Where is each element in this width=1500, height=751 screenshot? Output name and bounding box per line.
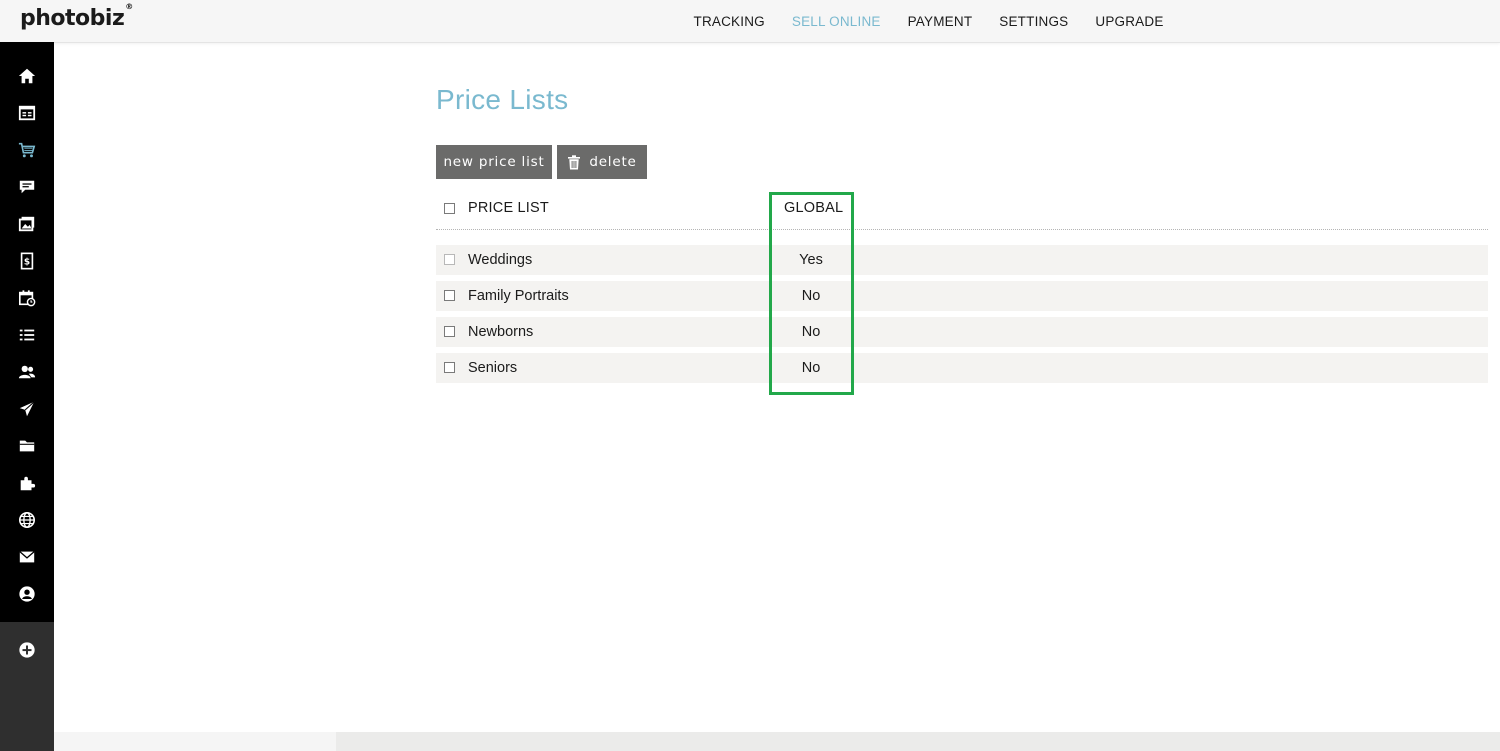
nav-settings[interactable]: SETTINGS (986, 14, 1082, 29)
gallery-icon[interactable] (0, 209, 54, 239)
cart-icon[interactable] (0, 135, 54, 165)
home-icon[interactable] (0, 61, 54, 91)
table-row[interactable]: Newborns No (436, 317, 1488, 347)
top-nav: TRACKING SELL ONLINE PAYMENT SETTINGS UP… (680, 0, 1177, 42)
calendar-icon[interactable] (0, 283, 54, 313)
list-icon[interactable] (0, 320, 54, 350)
photobiz-logo[interactable]: photobiz® (20, 2, 133, 31)
folder-icon[interactable] (0, 431, 54, 461)
invoice-icon[interactable]: $ (0, 246, 54, 276)
globe-icon[interactable] (0, 505, 54, 535)
new-price-list-button[interactable]: new price list (436, 145, 552, 179)
send-icon[interactable] (0, 394, 54, 424)
footer-strip-right (336, 732, 1500, 751)
sidebar: $ (0, 42, 54, 622)
mail-icon[interactable] (0, 542, 54, 572)
delete-button[interactable]: delete (557, 145, 647, 179)
footer-strip-left (54, 732, 336, 751)
trash-icon (568, 154, 581, 169)
website-pages-icon[interactable] (0, 98, 54, 128)
nav-tracking[interactable]: TRACKING (680, 14, 778, 29)
row-checkbox[interactable] (444, 290, 455, 301)
delete-label: delete (589, 154, 637, 170)
top-bar: photobiz® TRACKING SELL ONLINE PAYMENT S… (0, 0, 1500, 43)
global-column-highlight (769, 192, 854, 395)
nav-payment[interactable]: PAYMENT (894, 14, 986, 29)
price-list-name[interactable]: Weddings (468, 245, 532, 275)
account-icon[interactable] (0, 579, 54, 609)
header-divider (436, 229, 1488, 230)
plus-circle-icon[interactable] (0, 635, 54, 665)
page-title: Price Lists (436, 84, 569, 115)
nav-upgrade[interactable]: UPGRADE (1082, 14, 1177, 29)
table-row[interactable]: Seniors No (436, 353, 1488, 383)
row-checkbox[interactable] (444, 362, 455, 373)
contacts-icon[interactable] (0, 357, 54, 387)
svg-text:$: $ (24, 258, 30, 268)
plugin-icon[interactable] (0, 468, 54, 498)
row-checkbox[interactable] (444, 254, 455, 265)
nav-sell-online[interactable]: SELL ONLINE (778, 14, 894, 29)
row-checkbox[interactable] (444, 326, 455, 337)
price-list-name[interactable]: Newborns (468, 317, 533, 347)
table-row[interactable]: Weddings Yes (436, 245, 1488, 275)
select-all-checkbox[interactable] (444, 203, 455, 214)
price-list-name[interactable]: Seniors (468, 353, 517, 383)
sidebar-bottom (0, 622, 54, 751)
table-row[interactable]: Family Portraits No (436, 281, 1488, 311)
column-header-price-list[interactable]: PRICE LIST (468, 200, 549, 216)
comments-icon[interactable] (0, 172, 54, 202)
price-list-name[interactable]: Family Portraits (468, 281, 569, 311)
